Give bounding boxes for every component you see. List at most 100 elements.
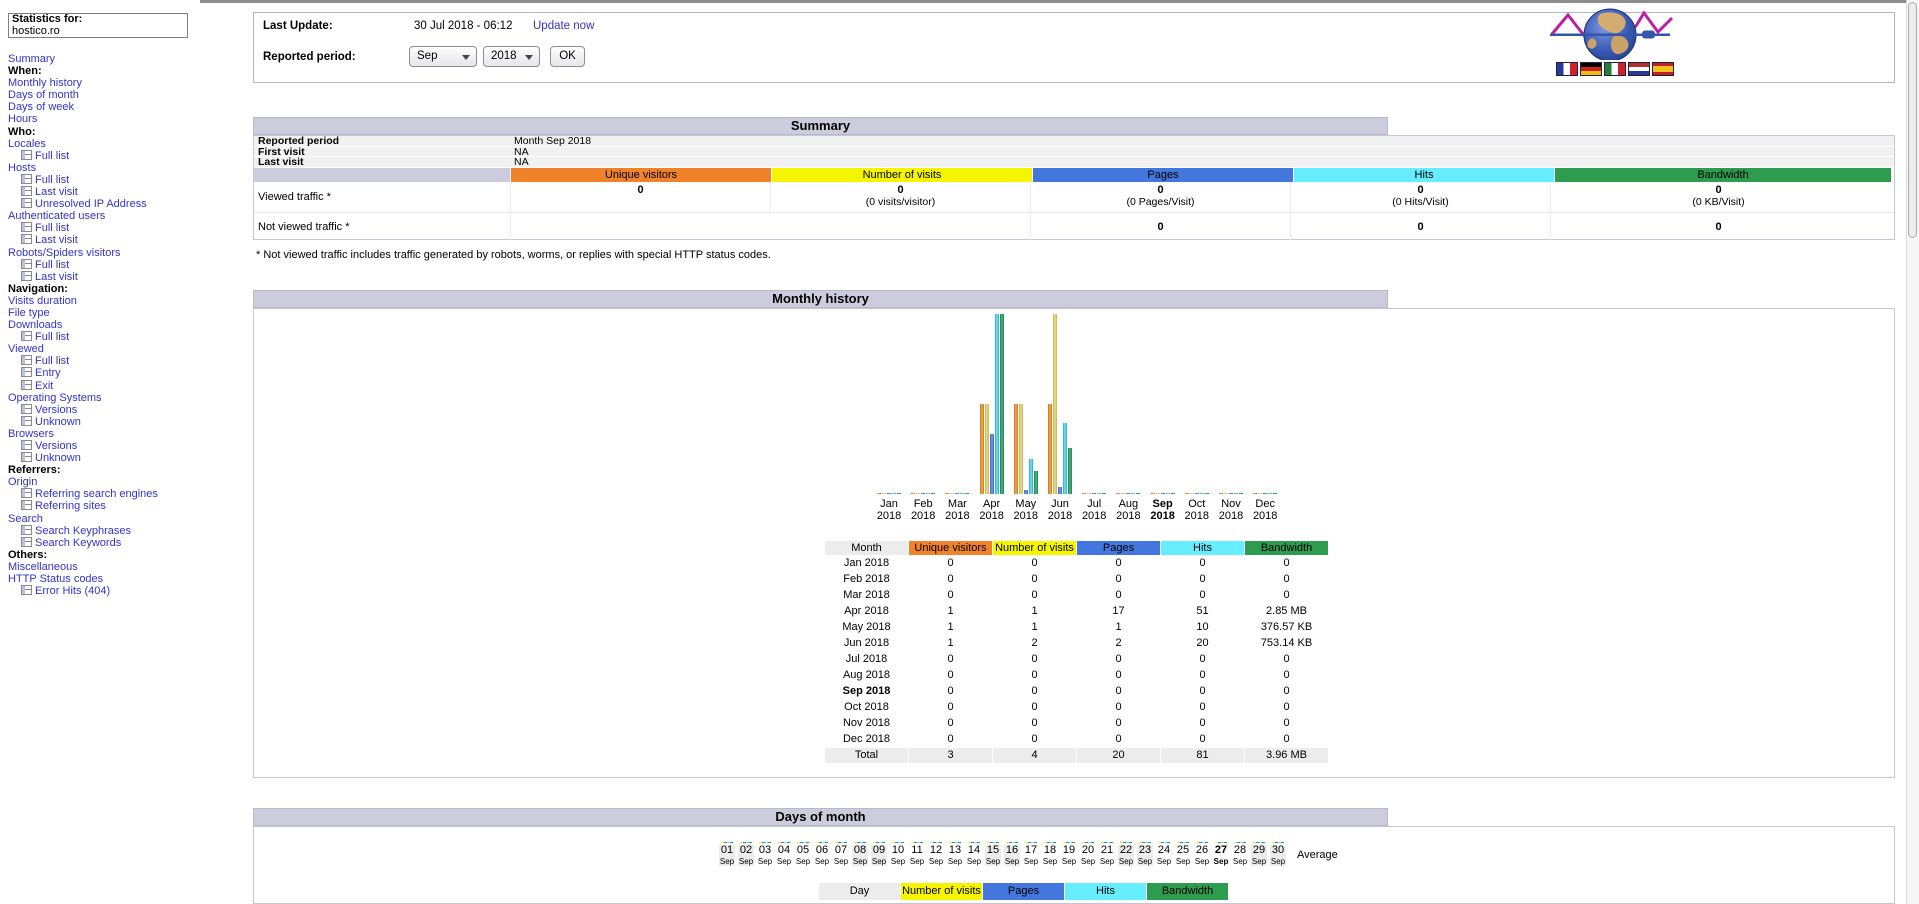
days-of-month-title: Days of month [253,808,1388,826]
sidebar-item-operating-systems[interactable]: Operating Systems [8,392,102,404]
lang-flag-netherlands[interactable] [1628,62,1650,76]
sidebar-item-http-status-codes[interactable]: HTTP Status codes [8,573,103,585]
days-table-header-day: Day [819,883,900,900]
sidebar-item-unresolved-ip-address[interactable]: Unresolved IP Address [21,198,147,210]
ok-button[interactable]: OK [550,46,585,67]
monthly-row-value: 0 [993,700,1076,715]
day-cell-07: 07Sep [833,845,849,866]
sidebar-item-robots-spiders-visitors[interactable]: Robots/Spiders visitors [8,247,121,259]
chart-bar-bw-mar-2018 [965,493,969,494]
sidebar-item-referring-search-engines[interactable]: Referring search engines [21,488,158,500]
monthly-row-value: 2.85 MB [1245,604,1328,619]
sidebar-item-origin[interactable]: Origin [8,476,37,488]
sidebar-item-last-visit[interactable]: Last visit [21,271,78,283]
sidebar-item-full-list[interactable]: Full list [21,174,69,186]
month-select-value: Sep [417,50,437,62]
sidebar-item-monthly-history[interactable]: Monthly history [8,77,82,89]
sidebar-item-visits-duration[interactable]: Visits duration [8,295,77,307]
monthly-row-value: 0 [1161,700,1244,715]
day-zero-bars [1177,842,1189,843]
sidebar-item-search[interactable]: Search [8,513,43,525]
sidebar-item-miscellaneous[interactable]: Miscellaneous [8,561,78,573]
sidebar-item-versions[interactable]: Versions [21,404,77,416]
sidebar-item-summary[interactable]: Summary [8,53,55,65]
sidebar-item-label: Referring search engines [35,488,158,500]
monthly-row-month: Jun 2018 [825,636,908,651]
day-cell-06: 06Sep [814,845,830,866]
sidebar-item-label: Last visit [35,186,78,198]
sidebar-item-unknown[interactable]: Unknown [21,452,81,464]
sidebar-item-full-list[interactable]: Full list [21,355,69,367]
day-zero-bars [1139,842,1151,843]
chart-bar-nv-nov-2018 [1224,493,1228,494]
chart-bar-pg-may-2018 [1024,490,1028,494]
sidebar-item-hours[interactable]: Hours [8,113,37,125]
awstats-logo[interactable] [1548,2,1678,78]
list-icon [21,259,32,269]
chart-bar-uv-feb-2018 [911,493,915,494]
sidebar-item-file-type[interactable]: File type [8,307,50,319]
not-viewed-traffic-value [510,213,770,240]
day-zero-bars [1006,842,1018,843]
day-zero-bars [1044,842,1056,843]
chart-bar-uv-jun-2018 [1048,404,1052,494]
sidebar-item-label: Last visit [35,234,78,246]
sidebar-item-last-visit[interactable]: Last visit [21,186,78,198]
sidebar-item-versions[interactable]: Versions [21,440,77,452]
sidebar-item-downloads[interactable]: Downloads [8,319,62,331]
day-cell-11: 11Sep [909,845,925,866]
day-cell-22: 22Sep [1118,845,1134,866]
day-zero-bars [1272,842,1284,843]
sidebar-item-label: Viewed [8,343,44,355]
lang-flag-france[interactable] [1556,62,1578,76]
sidebar-item-search-keyphrases[interactable]: Search Keyphrases [21,525,131,537]
lang-flag-italy[interactable] [1604,62,1626,76]
sidebar-item-referring-sites[interactable]: Referring sites [21,500,106,512]
chart-x-label: Jan2018 [871,498,907,522]
list-icon [21,174,32,184]
chart-bar-ht-aug-2018 [1131,493,1135,494]
days-of-month-section: 01Sep02Sep03Sep04Sep05Sep06Sep07Sep08Sep… [253,826,1895,904]
sidebar-item-authenticated-users[interactable]: Authenticated users [8,210,105,222]
update-now-link[interactable]: Update now [533,20,594,32]
monthly-row-value: 51 [1161,604,1244,619]
sidebar-item-viewed[interactable]: Viewed [8,343,44,355]
sidebar-item-days-of-month[interactable]: Days of month [8,89,79,101]
monthly-row-value: 0 [909,668,992,683]
day-cell-20: 20Sep [1080,845,1096,866]
sidebar-item-unknown[interactable]: Unknown [21,416,81,428]
monthly-row-value: 0 [1077,652,1160,667]
sidebar-item-full-list[interactable]: Full list [21,222,69,234]
scrollbar-thumb[interactable] [1908,2,1917,238]
monthly-table-row: Feb 201800000 [825,572,1328,587]
monthly-row-value: 0 [1077,588,1160,603]
sidebar-item-locales[interactable]: Locales [8,138,46,150]
sidebar-item-hosts[interactable]: Hosts [8,162,36,174]
monthly-row-value: 0 [993,668,1076,683]
monthly-table-row: Mar 201800000 [825,588,1328,603]
sidebar-item-label: Operating Systems [8,392,102,404]
sidebar-item-browsers[interactable]: Browsers [8,428,54,440]
chart-bar-nv-feb-2018 [916,493,920,494]
sidebar-item-full-list[interactable]: Full list [21,259,69,271]
month-select[interactable]: Sep [409,46,477,67]
sidebar-item-error-hits-404[interactable]: Error Hits (404) [21,585,110,597]
sidebar-item-exit[interactable]: Exit [21,380,53,392]
chart-x-label: May2018 [1008,498,1044,522]
monthly-table-row: Dec 201800000 [825,732,1328,747]
sidebar-item-full-list[interactable]: Full list [21,331,69,343]
lang-flag-germany[interactable] [1580,62,1602,76]
monthly-row-value: 0 [1245,732,1328,747]
monthly-row-month: Jul 2018 [825,652,908,667]
sidebar-item-entry[interactable]: Entry [21,367,61,379]
year-select[interactable]: 2018 [483,46,540,67]
sidebar-item-days-of-week[interactable]: Days of week [8,101,74,113]
chart-x-label: Aug2018 [1110,498,1146,522]
day-cell-14: 14Sep [966,845,982,866]
chart-bar-ht-jul-2018 [1097,493,1101,494]
sidebar-item-last-visit[interactable]: Last visit [21,234,78,246]
lang-flag-spain[interactable] [1652,62,1674,76]
sidebar-item-full-list[interactable]: Full list [21,150,69,162]
sidebar-item-search-keywords[interactable]: Search Keywords [21,537,121,549]
monthly-row-value: 0 [993,572,1076,587]
